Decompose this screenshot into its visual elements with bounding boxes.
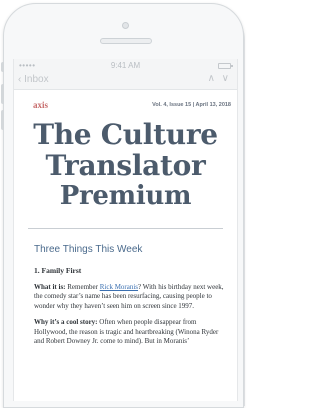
title-line-3: Premium: [59, 181, 192, 211]
bottom-fade: [14, 341, 237, 401]
battery-icon: [218, 63, 233, 69]
section-heading: Three Things This Week: [34, 244, 143, 255]
rick-moranis-link[interactable]: Rick Moranis: [100, 283, 138, 291]
back-to-inbox-button[interactable]: ‹ Inbox: [18, 74, 49, 85]
newsletter-title: The Culture Translator Premium: [14, 119, 237, 212]
title-line-1: The Culture: [33, 118, 218, 151]
paragraph-what-it-is: What it is: Remember Rick Moranis? With …: [34, 283, 224, 312]
mail-nav-bar: ‹ Inbox ∧ ∨: [14, 73, 237, 90]
status-bar: ••••• 9:41 AM: [14, 59, 237, 73]
clock: 9:41 AM: [110, 61, 141, 70]
newsletter-header: axis Vol. 4, Issue 15 | April 13, 2018: [14, 94, 237, 116]
email-body: 1. Family First What it is: Remember Ric…: [14, 266, 237, 347]
silent-switch: [1, 62, 4, 72]
item-heading: 1. Family First: [34, 266, 82, 275]
message-navigation-arrows[interactable]: ∧ ∨: [208, 73, 231, 84]
divider: [28, 228, 223, 229]
volume-down-button: [1, 110, 4, 130]
paragraph-label: What it is:: [34, 282, 66, 291]
volume-up-button: [1, 84, 4, 104]
earpiece-speaker: [100, 38, 152, 44]
paragraph-text: Remember: [65, 282, 100, 291]
front-camera: [122, 22, 129, 29]
issue-info: Vol. 4, Issue 15 | April 13, 2018: [152, 102, 231, 108]
phone-screen: ••••• 9:41 AM ‹ Inbox ∧ ∨ axis Vol. 4, I…: [13, 59, 238, 401]
title-line-2: Translator: [45, 149, 206, 182]
paragraph-label: Why it’s a cool story:: [34, 318, 98, 326]
axis-logo: axis: [33, 100, 49, 110]
